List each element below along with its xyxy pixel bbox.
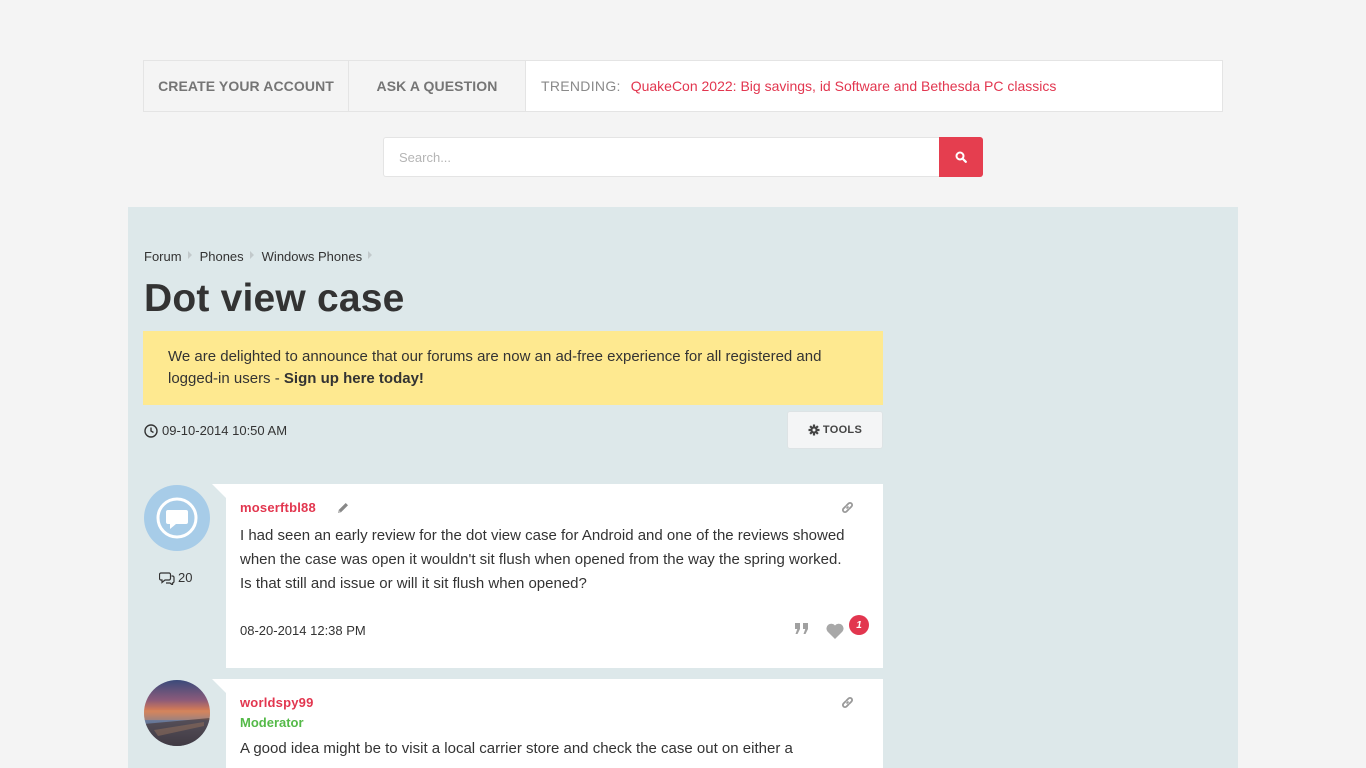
top-nav: CREATE YOUR ACCOUNT ASK A QUESTION TREND… (143, 60, 1223, 112)
trending-link[interactable]: QuakeCon 2022: Big savings, id Software … (631, 78, 1057, 94)
breadcrumb-phones[interactable]: Phones (200, 249, 244, 264)
thread-container: Forum Phones Windows Phones Dot view cas… (128, 207, 1238, 768)
announcement-text: We are delighted to announce that our fo… (168, 348, 822, 387)
thread-date-text: 09-10-2014 10:50 AM (162, 423, 288, 438)
post-count-value: 20 (178, 570, 193, 585)
search-bar (383, 137, 983, 177)
post: moserftbl88 I had seen an early review f… (212, 484, 883, 668)
post-count: 20 (159, 570, 192, 585)
clock-icon (144, 423, 158, 438)
post-username[interactable]: worldspy99 (240, 695, 314, 710)
breadcrumb-separator (249, 250, 254, 259)
search-input[interactable] (383, 137, 939, 177)
gear-icon (808, 424, 820, 436)
post: worldspy99 Moderator A good idea might b… (212, 679, 883, 768)
avatar[interactable] (144, 680, 210, 746)
quote-icon[interactable] (794, 622, 810, 636)
search-button[interactable] (939, 137, 983, 177)
breadcrumb: Forum Phones Windows Phones (144, 249, 380, 264)
link-icon[interactable] (840, 695, 855, 710)
pencil-icon (338, 503, 348, 513)
comments-icon (159, 571, 175, 585)
link-icon[interactable] (840, 500, 855, 515)
announcement-banner: We are delighted to announce that our fo… (143, 331, 883, 405)
like-count-badge: 1 (849, 615, 869, 635)
chat-bubble-icon (156, 497, 198, 539)
avatar[interactable] (144, 485, 210, 551)
breadcrumb-separator (368, 250, 373, 259)
trending-label: TRENDING: (541, 78, 621, 94)
user-role-badge: Moderator (240, 715, 304, 730)
post-date: 08-20-2014 12:38 PM (240, 623, 366, 638)
search-icon (955, 151, 967, 163)
thread-date: 09-10-2014 10:50 AM (144, 423, 287, 438)
trending-bar: TRENDING: QuakeCon 2022: Big savings, id… (526, 61, 1056, 111)
tools-label: TOOLS (822, 424, 863, 436)
ask-question-button[interactable]: ASK A QUESTION (349, 61, 526, 111)
page-title: Dot view case (144, 277, 405, 320)
breadcrumb-windows-phones[interactable]: Windows Phones (262, 249, 362, 264)
heart-icon[interactable] (825, 622, 845, 640)
breadcrumb-separator (187, 250, 192, 259)
post-username[interactable]: moserftbl88 (240, 500, 316, 515)
sunset-photo (144, 710, 210, 746)
breadcrumb-forum[interactable]: Forum (144, 249, 182, 264)
create-account-button[interactable]: CREATE YOUR ACCOUNT (144, 61, 349, 111)
post-arrow (212, 484, 226, 498)
post-body: A good idea might be to visit a local ca… (240, 740, 793, 757)
signup-link[interactable]: Sign up here today! (284, 370, 424, 387)
post-arrow (212, 679, 226, 693)
tools-button[interactable]: TOOLS (787, 411, 883, 449)
post-body: I had seen an early review for the dot v… (240, 527, 845, 592)
